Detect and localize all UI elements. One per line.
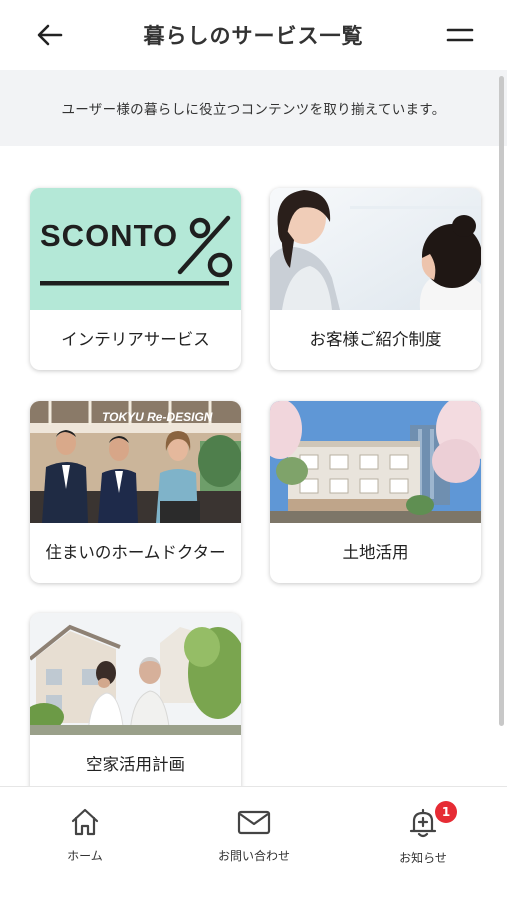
nav-home-label: ホーム [67,849,103,863]
service-label: インテリアサービス [61,330,210,350]
menu-icon [446,28,474,42]
nav-home[interactable]: ホーム [25,807,145,877]
service-label: 空家活用計画 [86,755,185,775]
page-description: ユーザー様の暮らしに役立つコンテンツを取り揃えています。 [0,70,507,146]
service-card-referral[interactable]: お客様ご紹介制度 [270,188,481,370]
two-women-photo [270,188,481,310]
mail-icon [237,810,271,835]
service-card-interior[interactable]: SCONTO インテリアサービス [30,188,241,370]
scrollbar[interactable] [499,76,504,726]
page-title: 暮らしのサービス一覧 [143,24,364,48]
service-list[interactable]: SCONTO インテリアサービス お客様ご紹介制度 TOKYU Re-DESIG… [0,146,507,786]
nav-contact[interactable]: お問い合わせ [194,807,314,877]
sconto-logo-image: SCONTO [30,188,241,310]
menu-button[interactable] [438,18,482,52]
service-label: お客様ご紹介制度 [309,330,442,350]
apartment-photo [270,401,481,523]
bottom-navigation: ホーム お問い合わせ 1 お知らせ [0,786,507,900]
staff-photo: TOKYU Re-DESIGN [30,401,241,523]
home-icon [71,808,99,836]
service-card-home-doctor[interactable]: TOKYU Re-DESIGN 住まいのホームドクター [30,401,241,583]
page-description-text: ユーザー様の暮らしに役立つコンテンツを取り揃えています。 [61,102,446,118]
nav-contact-label: お問い合わせ [217,849,290,863]
service-label: 土地活用 [342,543,409,563]
store-sign-text: TOKYU Re-DESIGN [102,410,213,424]
svg-text:SCONTO: SCONTO [40,218,178,253]
app-header: 暮らしのサービス一覧 [0,0,507,70]
service-label: 住まいのホームドクター [45,543,226,563]
nav-notifications-label: お知らせ [399,851,447,865]
notification-badge: 1 [435,801,457,823]
service-card-land-use[interactable]: 土地活用 [270,401,481,583]
service-card-vacant-house[interactable]: 空家活用計画 [30,613,241,786]
elderly-couple-photo [30,613,241,735]
nav-notifications[interactable]: 1 お知らせ [363,801,483,877]
